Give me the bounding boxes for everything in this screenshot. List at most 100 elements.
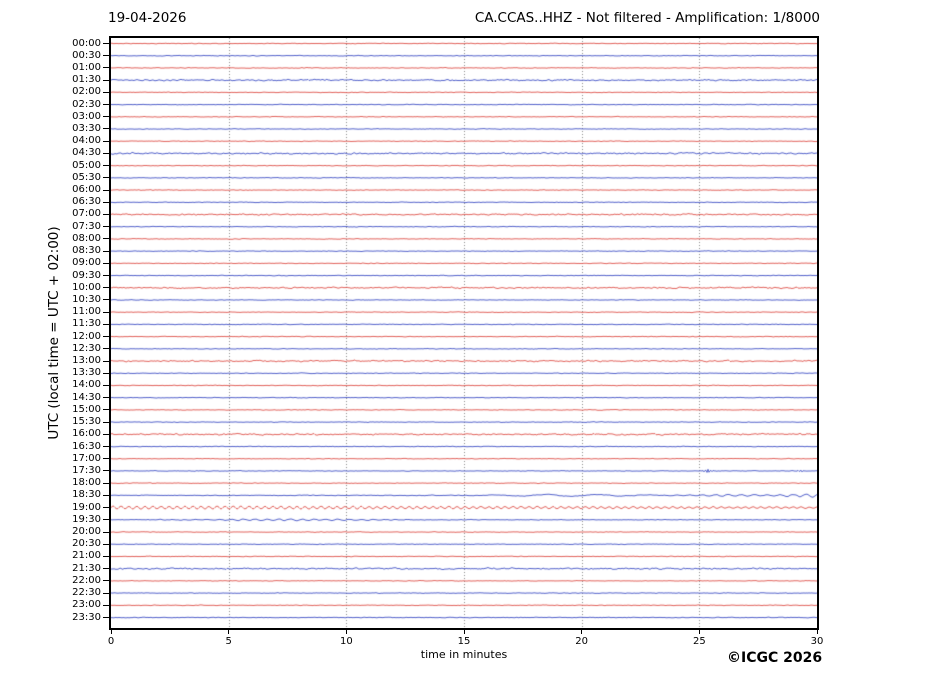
y-tick-label: 16:00	[72, 428, 101, 440]
y-tick-label: 11:30	[72, 318, 101, 330]
x-tick-mark	[345, 630, 347, 634]
y-tick-mark	[103, 568, 110, 570]
y-tick-label: 15:30	[72, 416, 101, 428]
y-tick-label: 20:00	[72, 526, 101, 538]
y-tick-mark	[103, 397, 110, 399]
y-tick-mark	[103, 116, 110, 118]
station-title: CA.CCAS..HHZ - Not filtered - Amplificat…	[474, 10, 820, 26]
y-tick-label: 14:00	[72, 379, 101, 391]
x-tick-label: 15	[457, 636, 471, 647]
x-tick-mark	[228, 630, 230, 634]
plot-area	[109, 36, 819, 630]
y-tick-label: 06:30	[72, 196, 101, 208]
y-tick-mark	[103, 372, 110, 374]
y-tick-label: 13:00	[72, 355, 101, 367]
y-tick-label: 16:30	[72, 440, 101, 452]
y-tick-mark	[103, 177, 110, 179]
x-tick-label: 30	[810, 636, 824, 647]
y-axis-title: UTC (local time = UTC + 02:00)	[46, 226, 62, 440]
y-tick-label: 04:00	[72, 135, 101, 147]
y-tick-label: 05:30	[72, 171, 101, 183]
y-tick-mark	[103, 165, 110, 167]
y-tick-mark	[103, 104, 110, 106]
y-tick-label: 14:30	[72, 391, 101, 403]
y-tick-label: 01:00	[72, 61, 101, 73]
y-tick-mark	[103, 348, 110, 350]
y-tick-mark	[103, 226, 110, 228]
y-tick-label: 00:30	[72, 49, 101, 61]
y-tick-label: 08:30	[72, 245, 101, 257]
y-tick-label: 18:00	[72, 477, 101, 489]
y-tick-label: 03:00	[72, 110, 101, 122]
x-tick-label: 25	[692, 636, 706, 647]
y-tick-mark	[103, 91, 110, 93]
y-tick-label: 21:00	[72, 550, 101, 562]
y-tick-mark	[103, 531, 110, 533]
y-tick-mark	[103, 55, 110, 57]
y-tick-label: 00:00	[72, 37, 101, 49]
y-tick-label: 06:00	[72, 184, 101, 196]
y-tick-label: 18:30	[72, 489, 101, 501]
y-tick-mark	[103, 213, 110, 215]
y-tick-mark	[103, 152, 110, 154]
y-tick-mark	[103, 360, 110, 362]
date-title: 19-04-2026	[108, 10, 187, 26]
x-tick-label: 5	[225, 636, 232, 647]
x-tick-mark	[581, 630, 583, 634]
y-tick-label: 11:00	[72, 306, 101, 318]
y-tick-label: 21:30	[72, 562, 101, 574]
y-tick-mark	[103, 555, 110, 557]
x-axis-title: time in minutes	[420, 648, 508, 661]
y-tick-label: 12:00	[72, 330, 101, 342]
y-tick-label: 01:30	[72, 74, 101, 86]
y-tick-label: 10:00	[72, 281, 101, 293]
y-tick-mark	[103, 311, 110, 313]
x-tick-mark	[816, 630, 818, 634]
y-tick-label: 02:00	[72, 86, 101, 98]
y-tick-mark	[103, 433, 110, 435]
y-tick-mark	[103, 287, 110, 289]
y-tick-label: 10:30	[72, 293, 101, 305]
y-tick-mark	[103, 262, 110, 264]
y-tick-mark	[103, 128, 110, 130]
y-tick-mark	[103, 238, 110, 240]
x-tick-mark	[698, 630, 700, 634]
x-tick-label: 0	[107, 636, 115, 647]
y-tick-label: 23:00	[72, 599, 101, 611]
y-tick-label: 22:00	[72, 574, 101, 586]
y-tick-label: 17:00	[72, 452, 101, 464]
y-tick-mark	[103, 494, 110, 496]
y-tick-label: 09:00	[72, 257, 101, 269]
helicorder-figure: 19-04-2026 CA.CCAS..HHZ - Not filtered -…	[0, 0, 927, 696]
y-tick-label: 19:00	[72, 501, 101, 513]
y-tick-label: 04:30	[72, 147, 101, 159]
y-tick-mark	[103, 140, 110, 142]
y-tick-mark	[103, 604, 110, 606]
y-tick-mark	[103, 409, 110, 411]
y-tick-mark	[103, 275, 110, 277]
y-tick-mark	[103, 201, 110, 203]
y-tick-mark	[103, 446, 110, 448]
y-tick-label: 05:00	[72, 159, 101, 171]
y-tick-label: 15:00	[72, 403, 101, 415]
y-tick-label: 09:30	[72, 269, 101, 281]
y-tick-label: 17:30	[72, 464, 101, 476]
y-tick-label: 23:30	[72, 611, 101, 623]
y-tick-mark	[103, 189, 110, 191]
y-tick-mark	[103, 458, 110, 460]
y-tick-mark	[103, 470, 110, 472]
y-tick-label: 22:30	[72, 587, 101, 599]
y-tick-label: 13:30	[72, 367, 101, 379]
y-tick-mark	[103, 519, 110, 521]
y-tick-mark	[103, 617, 110, 618]
x-tick-label: 20	[575, 636, 589, 647]
copyright-credit: ©ICGC 2026	[727, 650, 823, 666]
y-tick-label: 07:30	[72, 220, 101, 232]
y-tick-mark	[103, 250, 110, 252]
y-tick-mark	[103, 323, 110, 325]
y-tick-label: 08:00	[72, 232, 101, 244]
y-tick-mark	[103, 580, 110, 582]
y-tick-mark	[103, 592, 110, 594]
y-tick-mark	[103, 336, 110, 338]
y-tick-mark	[103, 79, 110, 81]
